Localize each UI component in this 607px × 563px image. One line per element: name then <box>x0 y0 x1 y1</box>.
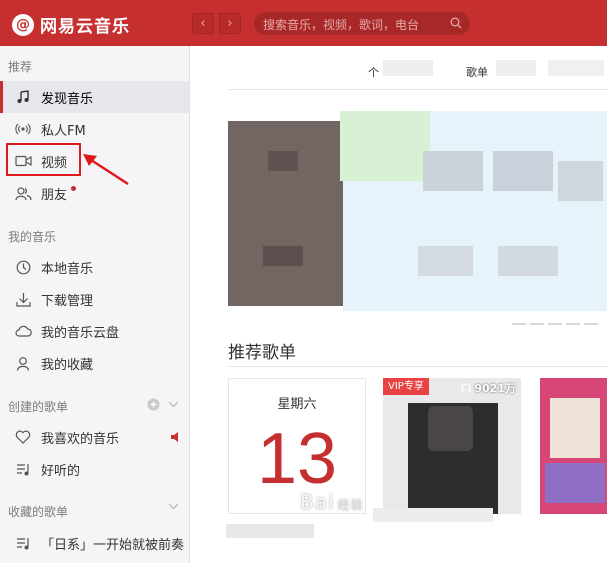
notification-dot <box>71 186 76 191</box>
search-icon[interactable] <box>450 17 462 29</box>
tab-fragment[interactable]: 歌单 <box>466 64 488 80</box>
title-bar: @ 网易云音乐 ‹ › 搜索音乐，视频，歌词，电台 <box>0 0 607 46</box>
search-input[interactable]: 搜索音乐，视频，歌词，电台 <box>254 12 470 35</box>
friends-icon <box>14 184 32 202</box>
sidebar-item-label: 我喜欢的音乐 <box>41 431 120 447</box>
sidebar: 推荐 发现音乐 私人FM 视频 朋友 我的音乐 本地音乐 下载管理 我的音乐云盘… <box>0 46 190 563</box>
sidebar-item-playlist-haotingde[interactable]: 好听的 <box>0 453 189 485</box>
app-window: @ 网易云音乐 ‹ › 搜索音乐，视频，歌词，电台 推荐 发现音乐 私人FM 视… <box>0 0 607 563</box>
now-playing-speaker-icon <box>171 432 178 442</box>
playlist-card-vip[interactable]: VIP专享 9021万 <box>383 378 521 514</box>
sidebar-item-label: 「日系」一开始就被前奏 <box>41 537 185 553</box>
sidebar-item-private-fm[interactable]: 私人FM <box>0 113 189 145</box>
sidebar-item-label: 朋友 <box>41 187 68 203</box>
forward-button[interactable]: › <box>219 13 241 34</box>
chevron-down-icon[interactable] <box>168 401 179 408</box>
headphones-icon <box>461 383 472 393</box>
playlist-icon <box>14 460 32 478</box>
section-title-recommended-playlists[interactable]: 推荐歌单 <box>228 338 296 363</box>
sidebar-item-label: 我的收藏 <box>41 357 94 373</box>
heart-icon <box>14 428 32 446</box>
created-playlists-tools <box>147 398 179 411</box>
sidebar-item-cloud-disk[interactable]: 我的音乐云盘 <box>0 315 189 347</box>
sidebar-item-local-music[interactable]: 本地音乐 <box>0 251 189 283</box>
main-content: 个 歌单 推荐歌单 星期六 13 VIP专享 9021万 <box>198 46 607 563</box>
video-highlight-box <box>6 143 81 176</box>
sidebar-item-downloads[interactable]: 下载管理 <box>0 283 189 315</box>
calendar-weekday: 星期六 <box>277 397 317 412</box>
banner-carousel[interactable] <box>228 111 607 311</box>
download-icon <box>14 290 32 308</box>
add-playlist-icon[interactable] <box>147 398 160 411</box>
play-count: 9021万 <box>461 380 516 396</box>
pointer-arrow-icon <box>83 154 129 186</box>
sidebar-item-liked-music[interactable]: 我喜欢的音乐 <box>0 421 189 453</box>
clock-icon <box>14 258 32 276</box>
banner-indicators[interactable] <box>512 323 598 325</box>
section-divider <box>228 366 607 367</box>
vip-badge: VIP专享 <box>383 378 429 395</box>
section-header-my-music: 我的音乐 <box>8 230 57 244</box>
sidebar-item-label: 本地音乐 <box>41 261 94 277</box>
sidebar-item-label: 好听的 <box>41 463 81 479</box>
person-icon <box>14 354 32 372</box>
sidebar-item-label: 发现音乐 <box>41 91 94 107</box>
playlist-icon <box>14 534 32 552</box>
tab-fragment[interactable]: 个 <box>368 64 379 80</box>
play-count-value: 9021万 <box>474 382 516 395</box>
sidebar-item-discover-music[interactable]: 发现音乐 <box>0 81 189 113</box>
app-logo[interactable]: @ 网易云音乐 <box>12 12 130 37</box>
radio-icon <box>14 120 32 138</box>
chevron-down-icon[interactable] <box>168 503 179 510</box>
netease-logo-icon: @ <box>12 13 34 36</box>
sidebar-item-label: 我的音乐云盘 <box>41 325 120 341</box>
sidebar-item-playlist-japanese[interactable]: 「日系」一开始就被前奏 <box>0 527 189 559</box>
collected-playlists-tools <box>168 503 179 510</box>
section-header-collected-playlists: 收藏的歌单 <box>8 505 69 519</box>
cloud-icon <box>14 322 32 340</box>
sidebar-item-label: 私人FM <box>41 123 86 139</box>
playlist-card-anime[interactable] <box>540 378 607 514</box>
back-button[interactable]: ‹ <box>192 13 214 34</box>
section-header-created-playlists: 创建的歌单 <box>8 400 69 414</box>
music-note-icon <box>14 88 32 106</box>
sidebar-item-label: 下载管理 <box>41 293 94 309</box>
search-placeholder: 搜索音乐，视频，歌词，电台 <box>263 18 420 32</box>
baidu-watermark: Bai 经验 <box>300 490 364 514</box>
discover-tabs: 个 歌单 <box>228 56 607 90</box>
section-header-recommend: 推荐 <box>8 60 33 74</box>
card-caption-placeholder <box>226 524 314 538</box>
app-title: 网易云音乐 <box>40 17 130 37</box>
sidebar-item-favorites[interactable]: 我的收藏 <box>0 347 189 379</box>
